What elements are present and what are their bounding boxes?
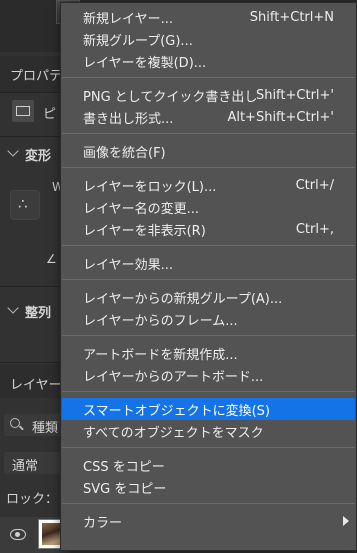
menu-item[interactable]: PNG としてクイック書き出し Shift+Ctrl+' [62, 84, 355, 106]
menu-item[interactable]: レイヤーからの新規グループ(A)... [62, 286, 355, 308]
pixel-layer-label: ピ [43, 107, 57, 122]
align-section-title[interactable]: 整列 [25, 302, 51, 321]
menu-item-label: カラー [83, 515, 123, 531]
menu-item[interactable]: 新規レイヤー... Shift+Ctrl+N [62, 6, 355, 28]
menu-item-shortcut: Ctrl+, [295, 221, 334, 237]
menu-item-label: レイヤー効果... [83, 257, 174, 273]
chevron-down-icon[interactable] [7, 302, 19, 314]
menu-item-label: SVG をコピー [83, 481, 167, 497]
lock-label: ロック： [6, 492, 59, 507]
menu-item-shortcut: Ctrl+/ [295, 177, 334, 193]
visibility-eye-icon[interactable] [10, 529, 26, 540]
layer-filter[interactable]: 種類 [4, 414, 66, 436]
menu-item-label: 新規レイヤー... [83, 11, 174, 27]
menu-item[interactable]: CSS をコピー [62, 454, 355, 476]
kind-filter-label: 種類 [32, 421, 59, 436]
menu-item[interactable]: すべてのオブジェクトをマスク [62, 420, 355, 442]
menu-item-label: レイヤーを複製(D)... [83, 55, 207, 71]
menu-item-label: 画像を統合(F) [83, 145, 166, 161]
menu-item[interactable]: レイヤーからのアートボード... [62, 364, 355, 386]
menu-item-label: レイヤーからのアートボード... [83, 369, 264, 385]
menu-item[interactable]: 書き出し形式... Alt+Shift+Ctrl+' [62, 106, 355, 128]
menu-separator [62, 245, 355, 246]
menu-item-submenu[interactable]: カラー [62, 510, 355, 532]
menu-item[interactable]: レイヤーを非表示(R) Ctrl+, [62, 218, 355, 240]
menu-item[interactable]: 新規グループ(G)... [62, 28, 355, 50]
menu-item-label: レイヤーからの新規グループ(A)... [83, 291, 283, 307]
pixel-layer-icon [12, 100, 34, 122]
menu-item-shortcut: Alt+Shift+Ctrl+' [227, 109, 334, 125]
layers-tab[interactable]: レイヤー [10, 374, 62, 393]
blend-mode-value: 通常 [12, 459, 39, 474]
menu-item-label: すべてのオブジェクトをマスク [83, 425, 264, 441]
menu-item[interactable]: 画像を統合(F) [62, 140, 355, 162]
menu-separator [62, 503, 355, 504]
menu-item[interactable]: スマートオブジェクトに変換(S) [62, 398, 355, 420]
menu-item-label: 書き出し形式... [83, 111, 174, 127]
menu-item[interactable]: レイヤー名の変更... [62, 196, 355, 218]
menu-item-label: CSS をコピー [83, 459, 165, 475]
link-icon[interactable]: ∴ [10, 190, 40, 220]
menu-item[interactable]: レイヤーをロック(L)... Ctrl+/ [62, 174, 355, 196]
layer-context-menu: 新規レイヤー... Shift+Ctrl+N 新規グループ(G)... レイヤーを複製… [60, 2, 357, 551]
menu-item[interactable]: レイヤー効果... [62, 252, 355, 274]
menu-separator [62, 133, 355, 134]
menu-item[interactable]: レイヤーを複製(D)... [62, 50, 355, 72]
menu-item-label: 新規グループ(G)... [83, 33, 193, 49]
menu-separator [62, 279, 355, 280]
menu-separator [62, 391, 355, 392]
menu-item-label: レイヤーをロック(L)... [83, 179, 217, 195]
menu-item[interactable]: レイヤーからのフレーム... [62, 308, 355, 330]
menu-separator [62, 335, 355, 336]
menu-item-shortcut: Shift+Ctrl+N [249, 9, 334, 25]
chevron-down-icon[interactable] [7, 145, 19, 157]
menu-item-label: レイヤー名の変更... [83, 201, 200, 217]
submenu-arrow-icon [343, 516, 349, 526]
menu-item-label: アートボードを新規作成... [83, 347, 238, 363]
menu-item-label: レイヤーを非表示(R) [83, 223, 206, 239]
menu-separator [62, 447, 355, 448]
angle-icon: ∠ [46, 252, 57, 266]
blend-mode-select[interactable]: 通常 [4, 452, 66, 474]
menu-item-label: スマートオブジェクトに変換(S) [83, 403, 271, 419]
menu-item-shortcut: Shift+Ctrl+' [255, 87, 334, 103]
menu-separator [62, 167, 355, 168]
search-icon [10, 418, 20, 428]
menu-separator [62, 77, 355, 78]
menu-item-label: レイヤーからのフレーム... [83, 313, 238, 329]
menu-item-label: PNG としてクイック書き出し [83, 89, 258, 105]
menu-item[interactable]: SVG をコピー [62, 476, 355, 498]
menu-item[interactable]: アートボードを新規作成... [62, 342, 355, 364]
transform-section-title[interactable]: 変形 [25, 145, 51, 164]
